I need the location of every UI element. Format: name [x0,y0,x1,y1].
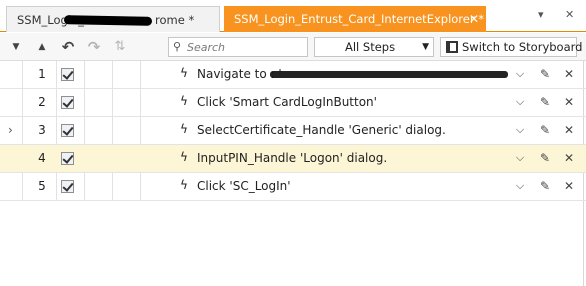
redo-icon[interactable]: ↷ [84,37,104,57]
step-row-selected[interactable]: 4 ϟ InputPIN_Handle 'Logon' dialog. ⌵ ✎ … [0,145,586,173]
expand-step-chevron-icon[interactable]: ⌵ [512,123,528,137]
expand-step-chevron-icon[interactable]: ⌵ [512,179,528,193]
edit-step-pencil-icon[interactable]: ✎ [537,123,553,137]
step-description: SelectCertificate_Handle 'Generic' dialo… [197,123,446,137]
group-steps-icon[interactable]: ⇅ [110,37,130,57]
tab-label-tail: rome * [155,13,195,27]
tab-ssm-login-entrust-ie[interactable]: SSM_Login_Entrust_Card_InternetExplorer … [224,6,486,32]
action-bolt-icon: ϟ [180,122,188,136]
steps-filter-dropdown[interactable]: All Steps ▼ [314,37,434,57]
step-description: Click 'SC_LogIn' [197,179,291,193]
redaction-mark [63,15,153,26]
tab-bar: SSM_Login_ rome * SSM_Login_Entrust_Card… [0,0,586,32]
tab-list-chevron-icon[interactable]: ▾ [538,8,544,21]
step-enabled-checkbox[interactable] [61,96,74,109]
search-icon: ⚲ [173,40,182,53]
step-row[interactable]: 5 ϟ Click 'SC_LogIn' ⌵ ✎ ✕ [0,173,586,201]
step-number: 4 [38,151,46,165]
redaction-mark [270,71,508,78]
dropdown-arrow-icon: ▼ [422,42,429,52]
step-number: 5 [38,179,46,193]
tab-ssm-login-chrome[interactable]: SSM_Login_ rome * [6,6,220,32]
tab-label: SSM_Login_Entrust_Card_InternetExplorer … [234,12,484,26]
edit-step-pencil-icon[interactable]: ✎ [537,179,553,193]
step-enabled-checkbox[interactable] [61,152,74,165]
close-editor-icon[interactable]: ✕ [565,8,574,21]
tab-close-icon[interactable]: ✕ [469,6,479,32]
delete-step-icon[interactable]: ✕ [561,151,577,165]
edit-step-pencil-icon[interactable]: ✎ [537,67,553,81]
delete-step-icon[interactable]: ✕ [561,95,577,109]
step-number: 1 [38,67,46,81]
steps-grid: 1 ϟ Navigate to : ' ⌵ ✎ ✕ 2 ϟ Click 'Sma… [0,61,586,286]
step-enabled-checkbox[interactable] [61,68,74,81]
row-expander-chevron-icon[interactable]: › [8,123,13,137]
step-row[interactable]: 2 ϟ Click 'Smart CardLogInButton' ⌵ ✎ ✕ [0,89,586,117]
edit-step-pencil-icon[interactable]: ✎ [537,151,553,165]
delete-step-icon[interactable]: ✕ [561,67,577,81]
action-bolt-icon: ϟ [180,178,188,192]
steps-filter-value: All Steps [345,40,396,54]
expand-step-chevron-icon[interactable]: ⌵ [512,151,528,165]
action-bolt-icon: ϟ [180,66,188,80]
undo-icon[interactable]: ↶ [58,37,78,57]
expand-step-chevron-icon[interactable]: ⌵ [512,95,528,109]
delete-step-icon[interactable]: ✕ [561,123,577,137]
storyboard-label: Switch to Storyboard [462,40,583,54]
step-row[interactable]: › 3 ϟ SelectCertificate_Handle 'Generic'… [0,117,586,145]
action-bolt-icon: ϟ [180,150,188,164]
step-description: InputPIN_Handle 'Logon' dialog. [197,151,388,165]
step-enabled-checkbox[interactable] [61,180,74,193]
search-box[interactable]: ⚲ [168,37,308,57]
action-bolt-icon: ϟ [180,94,188,108]
switch-to-storyboard-button[interactable]: Switch to Storyboard [440,37,582,57]
step-enabled-checkbox[interactable] [61,124,74,137]
delete-step-icon[interactable]: ✕ [561,179,577,193]
step-number: 2 [38,95,46,109]
storyboard-icon [446,41,458,53]
step-number: 3 [38,123,46,137]
step-description: Click 'Smart CardLogInButton' [197,95,377,109]
step-row[interactable]: 1 ϟ Navigate to : ' ⌵ ✎ ✕ [0,61,586,89]
expand-step-chevron-icon[interactable]: ⌵ [512,67,528,81]
toolbar: ▼ ▲ ↶ ↷ ⇅ ⚲ All Steps ▼ Switch to Storyb… [0,33,586,61]
move-up-icon[interactable]: ▲ [32,37,52,57]
search-input[interactable] [187,39,305,55]
move-down-icon[interactable]: ▼ [6,37,26,57]
edit-step-pencil-icon[interactable]: ✎ [537,95,553,109]
